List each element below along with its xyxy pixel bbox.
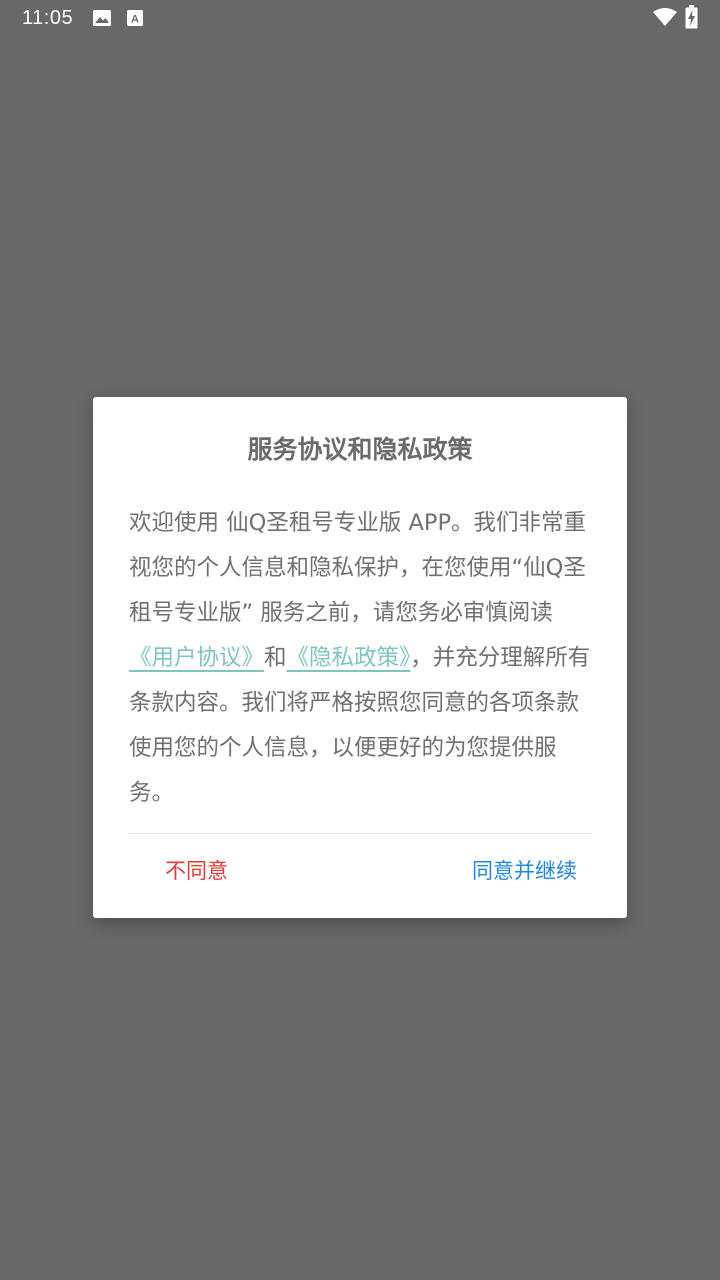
body-text-intro: 欢迎使用 仙Q圣租号专业版 APP。我们非常重视您的个人信息和隐私保护，在您使用… [129, 510, 587, 626]
svg-text:A: A [131, 14, 139, 26]
status-time: 11:05 [22, 7, 74, 29]
user-agreement-link[interactable]: 《用户协议》 [129, 645, 264, 671]
wifi-icon [652, 7, 678, 31]
status-bar: 11:05 A [0, 0, 720, 36]
text-a-icon: A [126, 8, 144, 32]
accept-continue-button[interactable]: 同意并继续 [472, 851, 577, 891]
privacy-policy-link[interactable]: 《隐私政策》 [287, 645, 411, 671]
dialog-divider [129, 833, 591, 834]
dialog-title: 服务协议和隐私政策 [247, 435, 473, 464]
image-icon [92, 8, 112, 32]
privacy-dialog: 服务协议和隐私政策 欢迎使用 仙Q圣租号专业版 APP。我们非常重视您的个人信息… [93, 397, 627, 918]
battery-charging-icon [685, 5, 698, 33]
decline-button[interactable]: 不同意 [165, 851, 228, 891]
dialog-body: 欢迎使用 仙Q圣租号专业版 APP。我们非常重视您的个人信息和隐私保护，在您使用… [129, 501, 591, 816]
body-text-connector: 和 [264, 645, 287, 671]
